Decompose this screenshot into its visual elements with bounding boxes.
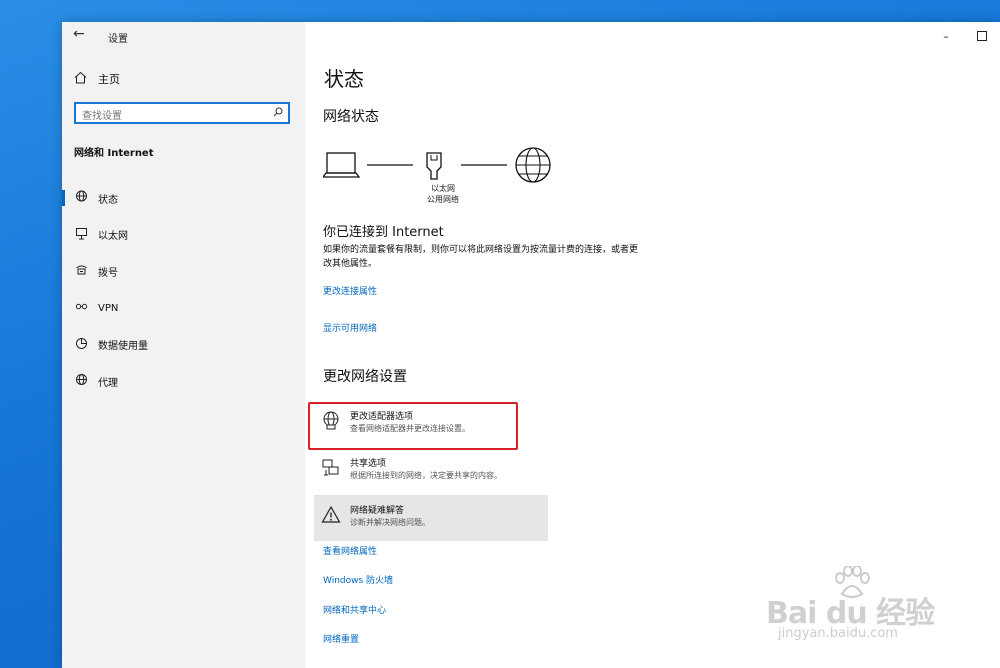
warning-icon bbox=[321, 505, 341, 525]
window-title: 设置 bbox=[108, 34, 128, 45]
home-icon bbox=[74, 71, 88, 87]
option-subtitle: 查看网络适配器并更改连接设置。 bbox=[350, 424, 470, 433]
network-status-heading: 网络状态 bbox=[323, 109, 379, 125]
windows-firewall-link[interactable]: Windows 防火墙 bbox=[323, 573, 393, 586]
section-heading: 网络和 Internet bbox=[74, 148, 154, 159]
network-sharing-center-link[interactable]: 网络和共享中心 bbox=[323, 603, 386, 616]
connection-status-title: 你已连接到 Internet bbox=[323, 225, 444, 240]
sidebar-item-dialup[interactable]: 拨号 bbox=[62, 253, 305, 290]
sidebar-item-label: 拨号 bbox=[98, 267, 118, 279]
sidebar-item-vpn[interactable]: VPN bbox=[62, 290, 305, 327]
network-troubleshooter[interactable]: 网络疑难解答 诊断并解决网络问题。 bbox=[314, 495, 548, 541]
page-title: 状态 bbox=[324, 67, 364, 91]
sidebar-nav: 状态 以太网 拨号 VPN 数据使用量 代理 bbox=[62, 180, 305, 400]
sidebar-item-label: 代理 bbox=[98, 377, 118, 389]
home-link[interactable]: 主页 bbox=[74, 71, 120, 87]
ethernet-icon bbox=[74, 227, 88, 243]
network-reset-link[interactable]: 网络重置 bbox=[323, 632, 359, 645]
sidebar-item-label: 数据使用量 bbox=[98, 341, 148, 353]
search-box[interactable] bbox=[74, 102, 290, 126]
vpn-icon bbox=[74, 300, 88, 316]
search-input[interactable] bbox=[76, 107, 268, 126]
option-subtitle: 根据所连接到的网络，决定要共享的内容。 bbox=[350, 471, 502, 480]
network-diagram: 以太网 公用网络 bbox=[321, 146, 563, 210]
main-content: 状态 网络状态 以太网 公用网络 你已连接到 Internet 如果你的流量套餐… bbox=[305, 22, 1000, 668]
adapter-globe-icon bbox=[321, 411, 341, 431]
connection-status-description: 如果你的流量套餐有限制，则你可以将此网络设置为按流量计费的连接，或者更改其他属性… bbox=[323, 245, 639, 269]
sidebar-item-ethernet[interactable]: 以太网 bbox=[62, 217, 305, 254]
proxy-icon bbox=[74, 373, 88, 389]
option-subtitle: 诊断并解决网络问题。 bbox=[350, 518, 430, 527]
sharing-options[interactable]: 共享选项 根据所连接到的网络，决定要共享的内容。 bbox=[314, 448, 548, 494]
dialup-icon bbox=[74, 263, 88, 279]
view-network-properties-link[interactable]: 查看网络属性 bbox=[323, 544, 377, 557]
title-bar: ← 设置 bbox=[62, 22, 305, 50]
sidebar-item-label: VPN bbox=[98, 302, 119, 314]
settings-window: ← 设置 主页 网络和 Internet 状态 bbox=[62, 22, 1000, 668]
option-title: 网络疑难解答 bbox=[350, 506, 405, 516]
show-available-networks-link[interactable]: 显示可用网络 bbox=[323, 321, 377, 334]
sidebar: ← 设置 主页 网络和 Internet 状态 bbox=[62, 22, 305, 668]
laptop-icon bbox=[321, 152, 361, 178]
sidebar-item-data-usage[interactable]: 数据使用量 bbox=[62, 326, 305, 363]
sidebar-item-label: 状态 bbox=[98, 194, 118, 206]
sharing-icon bbox=[321, 458, 341, 478]
status-icon bbox=[74, 190, 88, 206]
home-label: 主页 bbox=[98, 73, 120, 86]
change-connection-properties-link[interactable]: 更改连接属性 bbox=[323, 284, 377, 297]
adapter-label: 以太网 bbox=[431, 184, 455, 193]
ethernet-adapter-icon bbox=[426, 152, 442, 180]
internet-globe-icon bbox=[515, 147, 551, 183]
sidebar-item-status[interactable]: 状态 bbox=[62, 180, 305, 217]
sidebar-item-proxy[interactable]: 代理 bbox=[62, 363, 305, 400]
change-adapter-options[interactable]: 更改适配器选项 查看网络适配器并更改连接设置。 bbox=[314, 401, 548, 447]
option-title: 共享选项 bbox=[350, 459, 387, 469]
search-icon[interactable] bbox=[273, 107, 283, 120]
sidebar-item-label: 以太网 bbox=[98, 231, 128, 243]
back-arrow-icon[interactable]: ← bbox=[73, 26, 85, 42]
data-usage-icon bbox=[74, 337, 88, 353]
option-title: 更改适配器选项 bbox=[350, 412, 414, 422]
change-network-settings-heading: 更改网络设置 bbox=[323, 369, 407, 385]
network-type-label: 公用网络 bbox=[427, 195, 459, 204]
